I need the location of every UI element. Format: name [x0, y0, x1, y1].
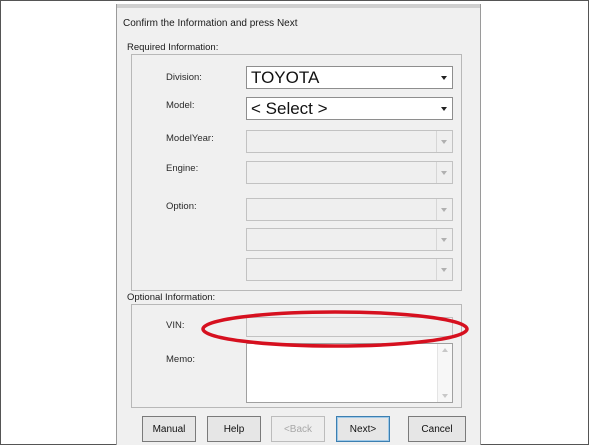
division-value: TOYOTA: [251, 68, 320, 87]
manual-button[interactable]: Manual: [142, 416, 196, 442]
option-label: Option:: [166, 201, 197, 212]
chevron-down-icon: [441, 140, 447, 144]
optional-section-label: Optional Information:: [127, 292, 216, 303]
instruction-text: Confirm the Information and press Next: [123, 18, 298, 29]
model-dropdown[interactable]: < Select >: [246, 97, 453, 120]
scroll-down-icon[interactable]: [442, 394, 448, 398]
chevron-down-icon: [441, 238, 447, 242]
option-dropdown-1[interactable]: [246, 198, 453, 221]
chevron-down-icon: [441, 107, 447, 111]
vin-label: VIN:: [166, 320, 185, 331]
required-info-group: Division: TOYOTA Model: < Select > Model…: [131, 54, 462, 291]
memo-label: Memo:: [166, 354, 196, 365]
model-value: < Select >: [251, 99, 328, 118]
engine-label: Engine:: [166, 163, 199, 174]
back-button[interactable]: <Back: [271, 416, 325, 442]
option-dropdown-3[interactable]: [246, 258, 453, 281]
option-2-dropdown-arrow[interactable]: [436, 229, 452, 250]
division-dropdown-arrow[interactable]: [437, 67, 452, 88]
model-year-label: ModelYear:: [166, 133, 214, 144]
memo-textarea[interactable]: [246, 343, 453, 403]
engine-dropdown-arrow[interactable]: [436, 162, 452, 183]
option-dropdown-2[interactable]: [246, 228, 453, 251]
required-section-label: Required Information:: [127, 42, 219, 53]
chevron-down-icon: [441, 208, 447, 212]
optional-info-group: VIN: Memo:: [131, 304, 462, 408]
engine-dropdown[interactable]: [246, 161, 453, 184]
memo-scrollbar[interactable]: [437, 344, 452, 402]
division-label: Division:: [166, 72, 202, 83]
next-button[interactable]: Next>: [336, 416, 390, 442]
option-3-dropdown-arrow[interactable]: [436, 259, 452, 280]
chevron-down-icon: [441, 76, 447, 80]
vin-input[interactable]: [246, 317, 453, 337]
model-year-dropdown[interactable]: [246, 130, 453, 153]
chevron-down-icon: [441, 268, 447, 272]
help-button[interactable]: Help: [207, 416, 261, 442]
scroll-up-icon[interactable]: [442, 348, 448, 352]
model-year-dropdown-arrow[interactable]: [436, 131, 452, 152]
model-dropdown-arrow[interactable]: [437, 98, 452, 119]
title-bar-edge: [117, 4, 480, 8]
option-1-dropdown-arrow[interactable]: [436, 199, 452, 220]
cancel-button[interactable]: Cancel: [408, 416, 466, 442]
division-dropdown[interactable]: TOYOTA: [246, 66, 453, 89]
vehicle-selection-dialog: Confirm the Information and press Next R…: [116, 4, 481, 445]
chevron-down-icon: [441, 171, 447, 175]
model-label: Model:: [166, 100, 195, 111]
